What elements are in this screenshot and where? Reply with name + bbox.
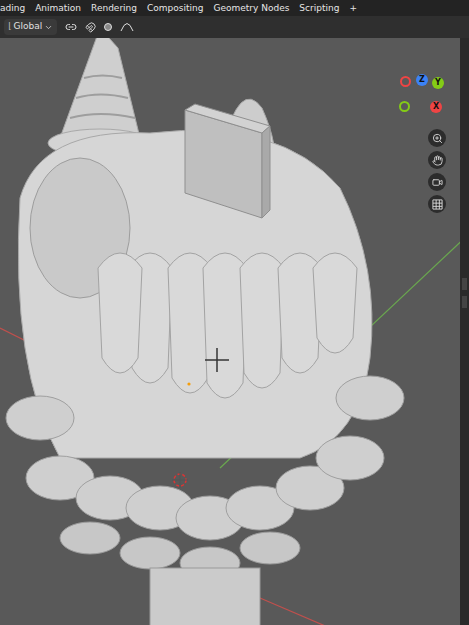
zoom-button[interactable]	[428, 129, 446, 147]
sidebar-strip[interactable]	[460, 38, 469, 625]
navigation-buttons	[428, 129, 446, 213]
negative-axis-circle[interactable]	[399, 101, 410, 112]
sculpt-model[interactable]	[0, 38, 460, 625]
axis-circle[interactable]: Y	[432, 77, 444, 89]
ortho-button[interactable]	[428, 195, 446, 213]
axis-circle[interactable]: X	[430, 101, 442, 113]
chevron-icon	[44, 23, 53, 32]
proportional-dot-icon[interactable]	[104, 23, 112, 31]
hand-icon	[432, 155, 443, 166]
workspace-tab[interactable]: Geometry Nodes	[213, 4, 289, 13]
pan-button[interactable]	[428, 151, 446, 169]
blender-window: ading Animation Rendering Compositing Geomet…	[0, 0, 469, 625]
axes-icon: ⌊	[8, 20, 12, 34]
workspace-tab[interactable]: Animation	[35, 4, 81, 13]
tab-arrow-icon[interactable]	[462, 296, 467, 308]
workspace-tab[interactable]: Rendering	[91, 4, 137, 13]
snap-icon[interactable]	[85, 22, 96, 33]
pivot-icon[interactable]	[65, 21, 77, 33]
viewport[interactable]: ZYX	[0, 38, 460, 625]
orientation-dropdown[interactable]: ⌊Global	[4, 19, 57, 35]
workspace-tab[interactable]: Scripting	[299, 4, 339, 13]
axis-circle[interactable]: Z	[416, 74, 428, 86]
grid-icon	[432, 199, 443, 210]
navigation-gizmo[interactable]: ZYX	[396, 66, 444, 114]
zoom-icon	[432, 133, 443, 144]
workspace-tab[interactable]: Compositing	[147, 4, 203, 13]
workspace-bar: ading Animation Rendering Compositing Geomet…	[0, 0, 469, 16]
workspace-tab[interactable]: ading	[0, 4, 25, 13]
add-workspace-button[interactable]: +	[349, 4, 357, 13]
header-toolbar: ⌊Global	[0, 16, 469, 38]
camera-icon	[432, 177, 443, 188]
camera-button[interactable]	[428, 173, 446, 191]
tab-arrow-icon[interactable]	[462, 278, 467, 290]
negative-axis-circle[interactable]	[400, 76, 411, 87]
falloff-icon[interactable]	[120, 22, 134, 32]
